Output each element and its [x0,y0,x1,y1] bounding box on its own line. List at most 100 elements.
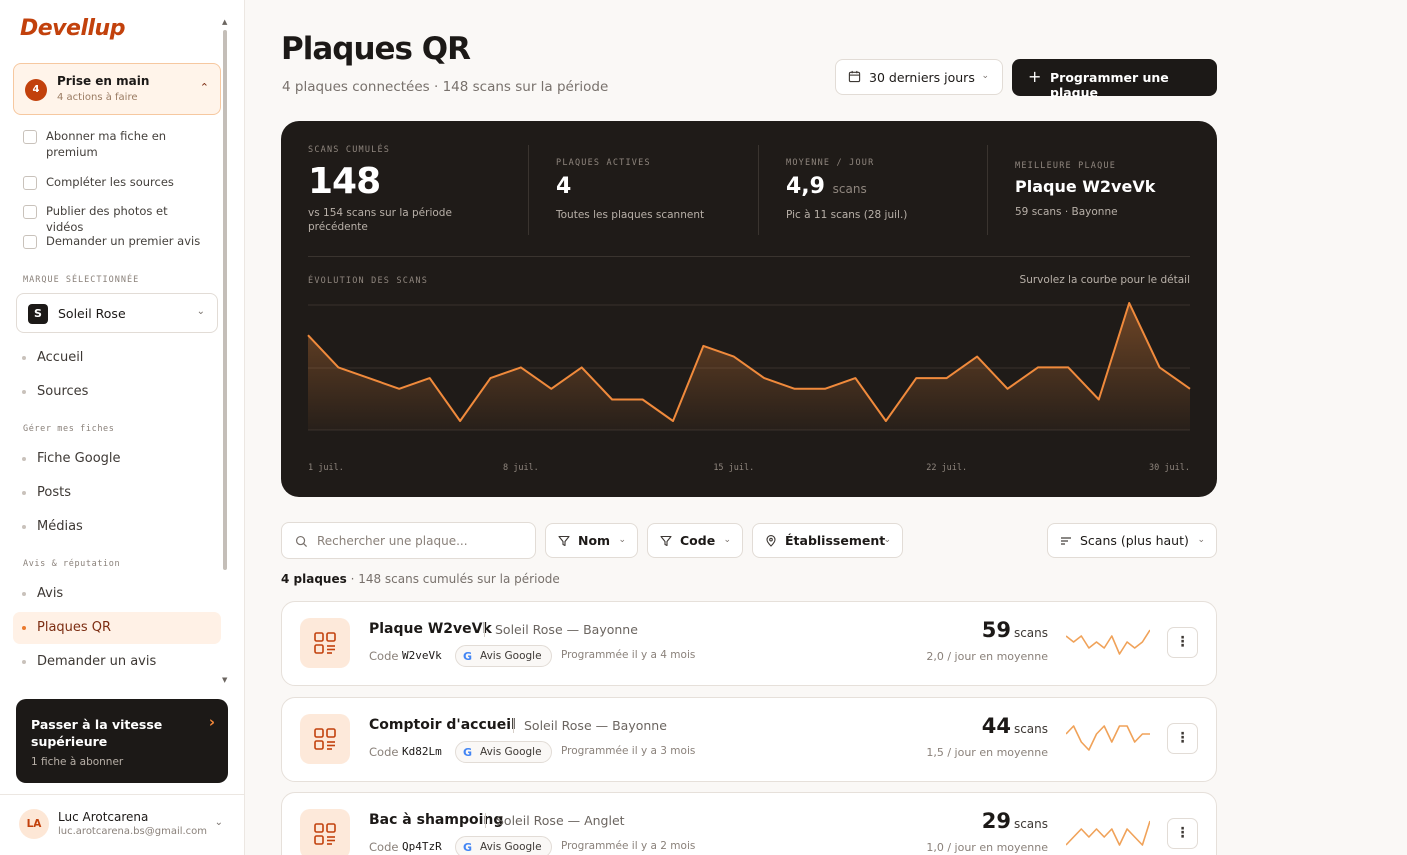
sidebar-item-accueil[interactable]: Accueil [13,342,221,374]
filter-code-button[interactable]: Code ⌄ [647,523,743,558]
chart-point[interactable] [576,361,588,373]
scroll-down-arrow-icon[interactable]: ▼ [222,676,227,684]
plate-sparkline [1066,820,1150,846]
filter-label: Nom [578,533,611,548]
source-badge: G Avis Google [455,741,552,763]
sidebar-item-label: Posts [37,485,71,500]
sidebar-item-sources[interactable]: Sources [13,376,221,408]
scan-count-unit: scans [1013,626,1048,640]
plate-search[interactable] [281,522,536,559]
todo-checkbox[interactable] [23,235,37,249]
sidebar-item-label: Demander un avis [37,654,157,669]
stats-card: SCANS CUMULÉS 148 vs 154 scans sur la pé… [281,121,1217,497]
chart-point[interactable] [545,383,557,395]
todo-label: Abonner ma fiche en premium [46,129,167,159]
chart-point[interactable] [606,394,618,406]
avatar: LA [19,809,49,839]
chevron-down-icon: ⌄ [1197,535,1205,545]
bullet-icon [22,660,26,664]
scroll-up-arrow-icon[interactable]: ▲ [222,18,227,26]
filter-place-button[interactable]: Établissement ⌄ [752,523,903,558]
chart-point[interactable] [302,329,314,341]
sidebar-item-avis[interactable]: Avis [13,578,221,610]
plate-card[interactable]: Bac à shampoing Soleil Rose — Anglet Cod… [281,792,1217,855]
filter-name-button[interactable]: Nom ⌄ [545,523,638,558]
chart-point[interactable] [454,415,466,427]
search-input[interactable] [317,532,517,550]
plate-code-label: Code [369,745,399,759]
chart-point[interactable] [758,372,770,384]
chart-point[interactable] [424,372,436,384]
todo-checkbox[interactable] [23,176,37,190]
sidebar-item-fiche-google[interactable]: Fiche Google [13,443,221,475]
chart-point[interactable] [667,415,679,427]
chart-x-axis: 1 juil. 8 juil. 15 juil. 22 juil. 30 juil. [308,463,1190,473]
page-subtitle: 4 plaques connectées · 148 scans sur la … [282,79,609,95]
onboarding-panel-toggle[interactable]: 4 Prise en main 4 actions à faire ⌃ [13,63,221,115]
chart-point[interactable] [697,340,709,352]
chart-point[interactable] [849,372,861,384]
chart-point[interactable] [1032,361,1044,373]
more-options-button[interactable]: ⋮ [1167,818,1198,849]
chevron-down-icon: ⌄ [981,71,989,81]
chart-point[interactable] [1154,361,1166,373]
sidebar-scrollbar[interactable]: ▲ ▼ [222,18,228,684]
chart-point[interactable] [1123,297,1135,309]
plate-daily-average: 2,0 / jour en moyenne [926,650,1048,663]
chevron-down-icon: ⌄ [883,535,891,545]
search-icon [295,535,308,548]
chart-point[interactable] [363,372,375,384]
sidebar-item-medias[interactable]: Médias [13,511,221,543]
scan-evolution-chart[interactable]: 1 juil. 8 juil. 15 juil. 22 juil. 30 juil. [281,121,1217,497]
chart-point[interactable] [515,361,527,373]
x-tick-label: 15 juil. [713,463,754,473]
brand-name: Soleil Rose [58,306,126,321]
google-icon: G [463,841,473,854]
schedule-plate-button[interactable]: + Programmer une plaque [1012,59,1217,100]
sidebar-item-posts[interactable]: Posts [13,477,221,509]
chart-point[interactable] [880,415,892,427]
todo-label: Demander un premier avis [46,234,201,248]
chart-point[interactable] [971,351,983,363]
source-label: Avis Google [480,841,542,853]
upgrade-card[interactable]: Passer à la vitesse supérieure 1 fiche à… [16,699,228,783]
bullet-icon [22,525,26,529]
chart-point[interactable] [1184,383,1196,395]
chart-point[interactable] [1002,383,1014,395]
todo-checkbox[interactable] [23,130,37,144]
upgrade-title: Passer à la vitesse supérieure [31,717,163,749]
chart-point[interactable] [941,372,953,384]
chart-point[interactable] [332,361,344,373]
app-logo[interactable]: Devellup [20,16,125,41]
more-options-button[interactable]: ⋮ [1167,627,1198,658]
sidebar-item-demander-un-avis[interactable]: Demander un avis [13,646,221,678]
onboarding-count-badge: 4 [25,79,47,101]
results-count: 4 plaques [281,572,347,586]
scrollbar-thumb[interactable] [223,30,227,570]
chart-point[interactable] [484,372,496,384]
chart-point[interactable] [637,394,649,406]
user-menu[interactable]: LA Luc Arotcarena luc.arotcarena.bs@gmai… [0,794,245,855]
plate-name[interactable]: Comptoir d'accueil [369,717,516,733]
chart-point[interactable] [910,372,922,384]
chart-point[interactable] [1093,394,1105,406]
chart-point[interactable] [1062,361,1074,373]
period-select[interactable]: 30 derniers jours ⌄ [835,59,1003,95]
plate-scheduled: Programmée il y a 4 mois [561,649,696,661]
todo-checkbox[interactable] [23,205,37,219]
sort-button[interactable]: Scans (plus haut) ⌄ [1047,523,1217,558]
brand-select[interactable]: S Soleil Rose ⌄ [16,293,218,333]
more-options-button[interactable]: ⋮ [1167,723,1198,754]
sort-label: Scans (plus haut) [1080,533,1189,548]
chart-point[interactable] [393,383,405,395]
chart-point[interactable] [819,383,831,395]
plate-name[interactable]: Bac à shampoing [369,812,503,828]
sidebar-item-label: Médias [37,519,83,534]
todo-label: Compléter les sources [46,175,174,189]
plate-card[interactable]: Comptoir d'accueil Soleil Rose — Bayonne… [281,697,1217,782]
plate-name[interactable]: Plaque W2veVk [369,621,492,637]
sidebar-item-plaques-qr[interactable]: Plaques QR [13,612,221,644]
plate-card[interactable]: Plaque W2veVk Soleil Rose — Bayonne Code… [281,601,1217,686]
chart-point[interactable] [728,351,740,363]
chart-point[interactable] [789,383,801,395]
